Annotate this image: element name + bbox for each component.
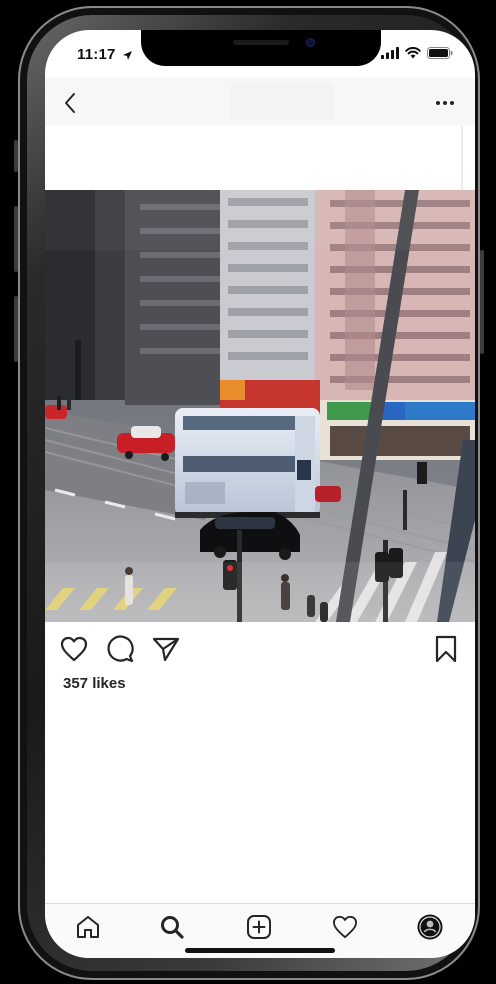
location-arrow-icon [122,50,132,60]
wifi-icon [405,47,421,59]
city-tram-scene [45,190,475,622]
post-photo[interactable] [45,190,475,622]
post-header-divider [461,126,463,190]
more-options-button[interactable] [431,90,459,116]
status-time: 11:17 [77,46,133,63]
more-horizontal-icon [436,101,454,105]
comment-button[interactable] [103,632,137,666]
send-icon [152,637,180,662]
tab-profile[interactable] [413,910,447,944]
power-button [480,250,484,354]
tab-home[interactable] [71,910,105,944]
status-icons [381,47,453,59]
back-button[interactable] [57,90,83,116]
home-indicator[interactable] [185,948,335,953]
search-icon [161,916,184,939]
header-title-placeholder [230,84,334,120]
bookmark-icon [435,635,457,663]
home-icon [77,916,99,938]
chevron-left-icon [65,93,75,113]
add-post-icon [247,915,271,939]
battery-icon [427,47,453,59]
heart-icon [333,915,357,939]
phone-screen: 11:17 357 likes [45,30,475,958]
tab-search[interactable] [155,910,189,944]
post-header [45,126,475,190]
notch [141,30,381,66]
volume-down-button [14,296,18,362]
post-action-row [45,628,475,672]
avatar [417,914,443,940]
save-button[interactable] [429,632,463,666]
heart-icon [60,636,88,662]
comment-icon [107,635,134,663]
tab-activity[interactable] [328,910,362,944]
mute-switch [14,140,18,172]
earpiece-speaker [233,40,289,45]
volume-up-button [14,206,18,272]
cellular-signal-icon [381,47,399,59]
tab-new-post[interactable] [242,910,276,944]
status-time-text: 11:17 [77,46,116,63]
share-button[interactable] [149,632,183,666]
likes-count[interactable]: 357 likes [63,675,126,692]
like-button[interactable] [57,632,91,666]
front-camera [306,38,315,47]
